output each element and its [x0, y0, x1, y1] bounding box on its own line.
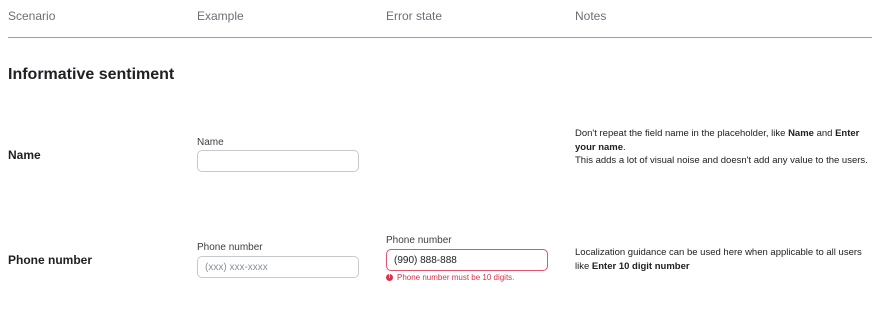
phone-error-message: ! Phone number must be 10 digits.	[386, 273, 514, 282]
phone-input[interactable]	[197, 256, 359, 278]
column-header-scenario: Scenario	[8, 9, 56, 23]
error-icon: !	[386, 274, 393, 281]
section-title: Informative sentiment	[8, 66, 175, 83]
column-header-error-state: Error state	[386, 9, 443, 23]
header-divider	[8, 37, 872, 38]
row-label-name: Name	[8, 148, 41, 162]
row-label-phone-number: Phone number	[8, 253, 93, 267]
phone-error-input[interactable]	[386, 249, 548, 271]
phone-error-text: Phone number must be 10 digits.	[397, 273, 515, 282]
name-input[interactable]	[197, 150, 359, 172]
notes-name: Don't repeat the field name in the place…	[575, 128, 868, 166]
column-header-notes: Notes	[575, 9, 607, 23]
name-field-label: Name	[197, 137, 224, 148]
notes-phone-number: Localization guidance can be used here w…	[575, 247, 862, 272]
column-header-example: Example	[197, 9, 244, 23]
phone-field-label: Phone number	[197, 242, 263, 253]
phone-error-field-label: Phone number	[386, 235, 452, 246]
